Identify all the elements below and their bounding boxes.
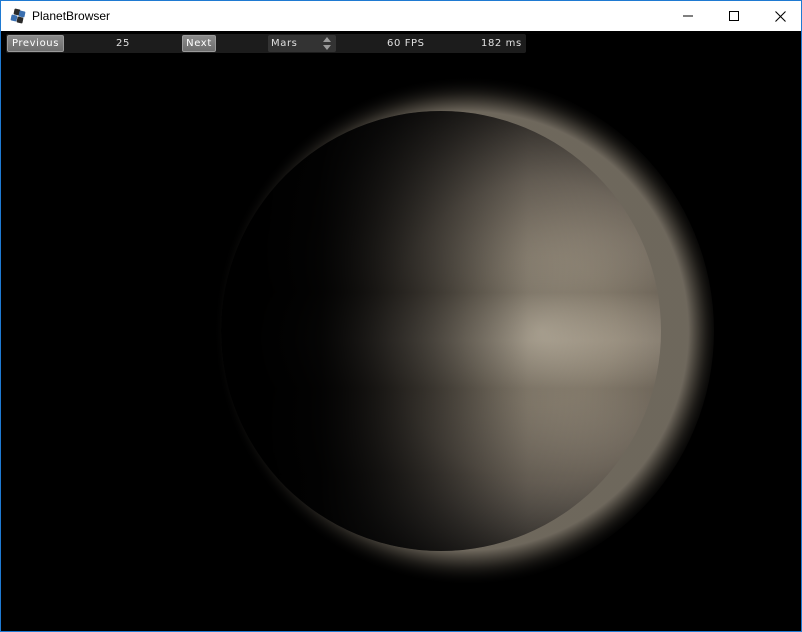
up-down-arrows-icon bbox=[323, 37, 331, 50]
fps-counter: 60 FPS bbox=[387, 38, 425, 49]
app-window: PlanetBrowser Previous 25 Next Mars 60 F… bbox=[0, 0, 802, 632]
maximize-button[interactable] bbox=[711, 1, 757, 31]
planet-select[interactable]: Mars bbox=[268, 35, 336, 52]
previous-button[interactable]: Previous bbox=[7, 35, 64, 52]
planet-render[interactable] bbox=[1, 31, 801, 631]
frame-number: 25 bbox=[116, 38, 130, 49]
maximize-icon bbox=[729, 11, 739, 21]
app-icon bbox=[10, 8, 26, 24]
close-icon bbox=[774, 10, 786, 22]
planet-viewport[interactable]: Previous 25 Next Mars 60 FPS 182 ms bbox=[1, 31, 801, 631]
toolbar: Previous 25 Next Mars 60 FPS 182 ms bbox=[6, 34, 526, 53]
minimize-icon bbox=[683, 15, 693, 17]
title-bar[interactable]: PlanetBrowser bbox=[1, 1, 801, 31]
close-button[interactable] bbox=[757, 1, 801, 31]
window-title: PlanetBrowser bbox=[32, 9, 111, 23]
planet-select-value: Mars bbox=[271, 38, 298, 49]
frame-time: 182 ms bbox=[481, 38, 522, 49]
next-button[interactable]: Next bbox=[182, 35, 216, 52]
minimize-button[interactable] bbox=[665, 1, 711, 31]
